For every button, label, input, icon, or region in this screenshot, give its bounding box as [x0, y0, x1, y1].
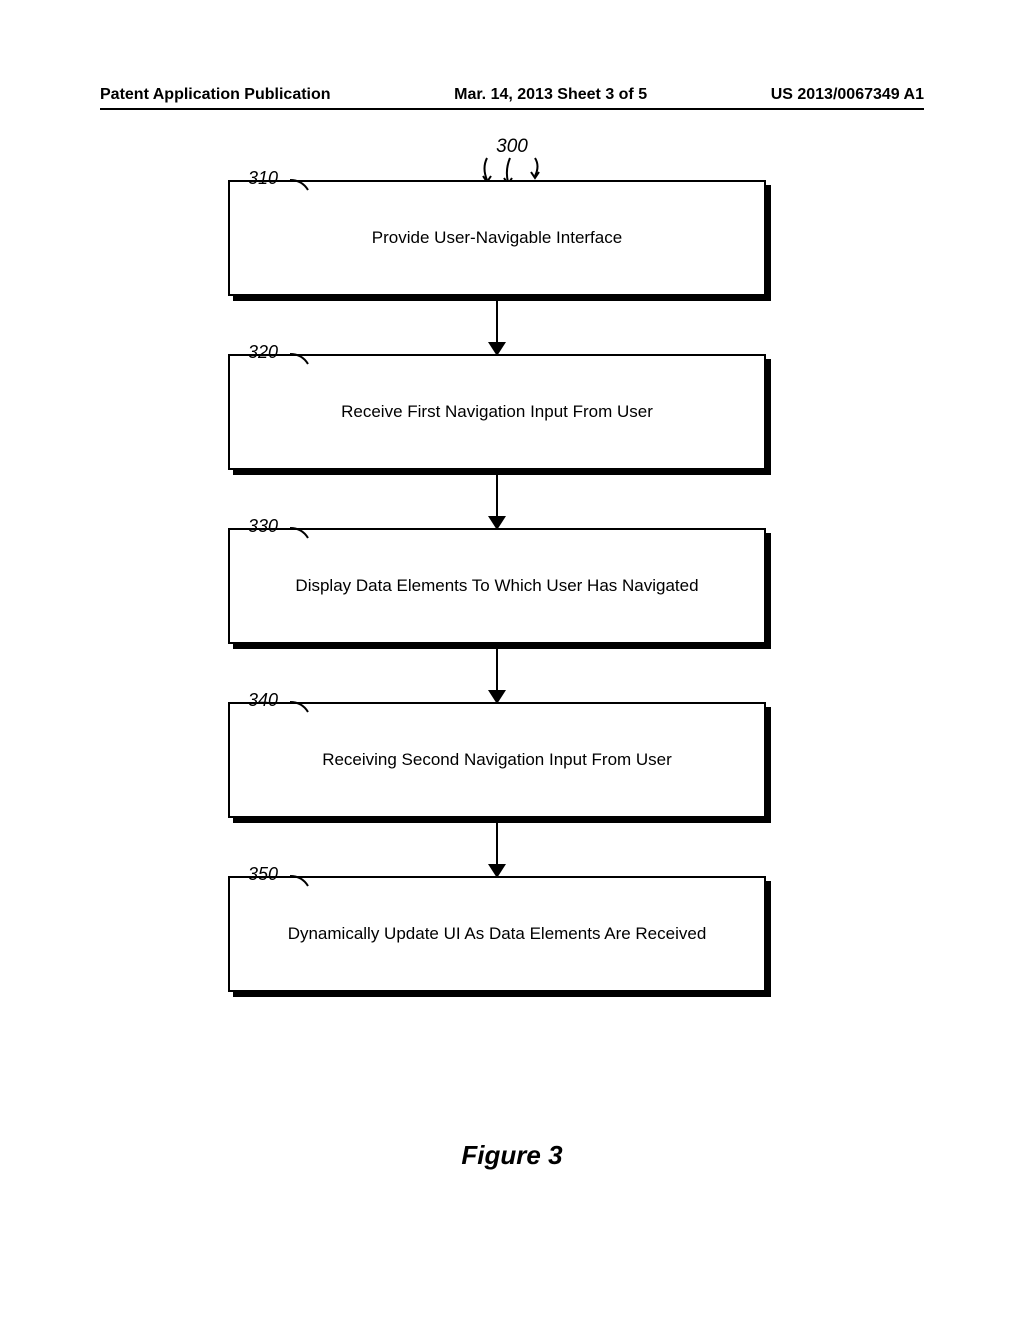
step-box: Dynamically Update UI As Data Elements A… — [228, 876, 766, 992]
step-label: 310 — [248, 168, 278, 189]
flowchart: 310 Provide User-Navigable Interface 320… — [228, 180, 766, 992]
step-label: 340 — [248, 690, 278, 711]
page-header: Patent Application Publication Mar. 14, … — [0, 86, 1024, 104]
label-connector-icon — [288, 352, 310, 366]
flowchart-step: 320 Receive First Navigation Input From … — [228, 354, 766, 470]
flowchart-step: 340 Receiving Second Navigation Input Fr… — [228, 702, 766, 818]
sheet-info: Mar. 14, 2013 Sheet 3 of 5 — [454, 86, 647, 104]
step-box: Display Data Elements To Which User Has … — [228, 528, 766, 644]
arrow-down-icon — [496, 818, 498, 876]
flowchart-step: 310 Provide User-Navigable Interface — [228, 180, 766, 296]
arrow-down-icon — [496, 296, 498, 354]
step-box: Receiving Second Navigation Input From U… — [228, 702, 766, 818]
figure-caption: Figure 3 — [0, 1140, 1024, 1171]
label-connector-icon — [288, 526, 310, 540]
label-connector-icon — [288, 700, 310, 714]
step-box: Receive First Navigation Input From User — [228, 354, 766, 470]
step-label: 320 — [248, 342, 278, 363]
flowchart-step: 350 Dynamically Update UI As Data Elemen… — [228, 876, 766, 992]
flowchart-step: 330 Display Data Elements To Which User … — [228, 528, 766, 644]
step-box: Provide User-Navigable Interface — [228, 180, 766, 296]
header-rule — [100, 108, 924, 110]
publication-number: US 2013/0067349 A1 — [771, 86, 924, 104]
figure-reference: 300 — [496, 136, 528, 158]
label-connector-icon — [288, 874, 310, 888]
publication-type: Patent Application Publication — [100, 86, 331, 104]
step-label: 330 — [248, 516, 278, 537]
step-label: 350 — [248, 864, 278, 885]
arrow-down-icon — [496, 470, 498, 528]
arrow-down-icon — [496, 644, 498, 702]
label-connector-icon — [288, 178, 310, 192]
